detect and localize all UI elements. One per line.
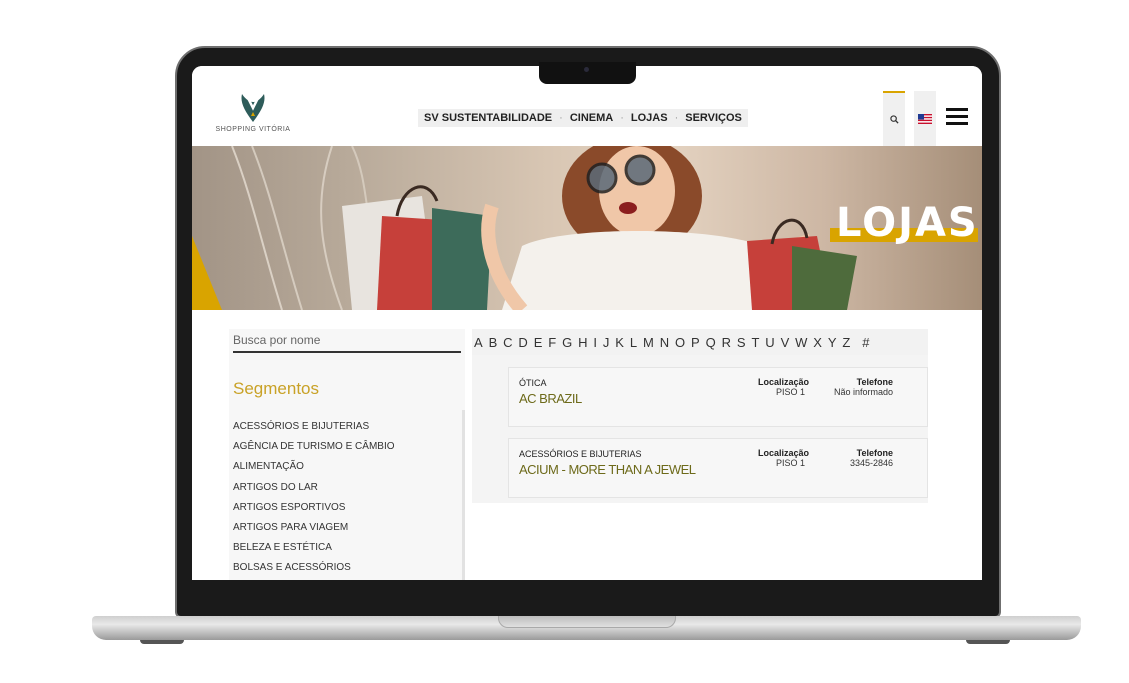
location-value: PISO 1	[775, 387, 805, 397]
phone-label: Telefone	[856, 377, 893, 387]
letter-filter[interactable]: F	[548, 335, 556, 350]
camera-notch	[539, 62, 636, 84]
camera-icon	[584, 67, 589, 72]
letter-filter[interactable]: O	[675, 335, 685, 350]
letter-filter[interactable]: V	[781, 335, 790, 350]
nav-item-servicos[interactable]: SERVIÇOS	[685, 112, 742, 124]
store-results: ÓTICA AC BRAZIL Localização PISO 1 Telef…	[472, 355, 928, 503]
letter-filter[interactable]: X	[813, 335, 822, 350]
letter-filter[interactable]: L	[630, 335, 637, 350]
letter-filter[interactable]: M	[643, 335, 654, 350]
segment-item[interactable]: AGÊNCIA DE TURISMO E CÂMBIO	[233, 437, 459, 457]
store-name[interactable]: AC BRAZIL	[519, 391, 582, 406]
nav-item-lojas[interactable]: LOJAS	[631, 112, 668, 124]
logo-text: SHOPPING VITÓRIA	[215, 126, 291, 133]
store-segment: ÓTICA	[519, 378, 547, 388]
nav-item-sustentabilidade[interactable]: SV SUSTENTABILIDADE	[424, 112, 552, 124]
segment-item[interactable]: ALIMENTAÇÃO	[233, 457, 459, 477]
letter-filter[interactable]: E	[534, 335, 543, 350]
nav-separator: ·	[620, 112, 624, 124]
segment-list: ACESSÓRIOS E BIJUTERIAS AGÊNCIA DE TURIS…	[233, 417, 459, 579]
letter-filter[interactable]: G	[562, 335, 572, 350]
hero-title: LOJAS	[836, 200, 979, 246]
alphabet-filter: A B C D E F G H I J K L M N O P Q R S T …	[472, 329, 928, 355]
nav-separator: ·	[674, 112, 679, 124]
sidebar-scrollbar[interactable]	[462, 410, 465, 580]
letter-filter[interactable]: Z	[842, 335, 850, 350]
store-card[interactable]: ACESSÓRIOS E BIJUTERIAS ACIUM - MORE THA…	[508, 438, 928, 498]
segment-item[interactable]: ARTIGOS PARA VIAGEM	[233, 518, 459, 538]
letter-filter[interactable]: H	[578, 335, 587, 350]
laptop-screen: SHOPPING VITÓRIA SV SUSTENTABILIDADE · C…	[192, 66, 982, 580]
segment-item[interactable]: ACESSÓRIOS E BIJUTERIAS	[233, 417, 459, 437]
letter-filter[interactable]: K	[615, 335, 624, 350]
nav-separator: ·	[559, 112, 563, 124]
letter-filter[interactable]: W	[795, 335, 807, 350]
hero-banner: LOJAS	[192, 146, 982, 310]
logo-icon	[241, 94, 265, 122]
letter-filter[interactable]: R	[722, 335, 731, 350]
laptop-foot-right	[966, 640, 1010, 644]
search-icon	[889, 115, 899, 124]
location-label: Localização	[758, 377, 810, 387]
hamburger-icon[interactable]	[946, 108, 968, 126]
location-value: PISO 1	[775, 458, 805, 468]
segment-item[interactable]: ARTIGOS ESPORTIVOS	[233, 498, 459, 518]
phone-value: Não informado	[833, 387, 893, 397]
segments-title: Segmentos	[233, 379, 319, 398]
letter-filter[interactable]: D	[518, 335, 527, 350]
letter-filter[interactable]: I	[593, 335, 597, 350]
segments-sidebar: Segmentos ACESSÓRIOS E BIJUTERIAS AGÊNCI…	[229, 329, 465, 580]
top-navigation: SV SUSTENTABILIDADE · CINEMA · LOJAS · S…	[418, 109, 748, 127]
laptop-base-groove	[498, 616, 676, 628]
letter-filter[interactable]: A	[474, 335, 483, 350]
segment-item[interactable]: BELEZA E ESTÉTICA	[233, 538, 459, 558]
letter-filter[interactable]: C	[503, 335, 512, 350]
letter-filter[interactable]: T	[751, 335, 759, 350]
letter-filter[interactable]: J	[603, 335, 610, 350]
language-button[interactable]	[914, 91, 936, 146]
phone-value: 3345-2846	[849, 458, 893, 468]
letter-filter[interactable]: P	[691, 335, 700, 350]
laptop-foot-left	[140, 640, 184, 644]
stores-content: Segmentos ACESSÓRIOS E BIJUTERIAS AGÊNCI…	[192, 310, 982, 580]
letter-filter[interactable]: Q	[706, 335, 716, 350]
letter-filter-symbol[interactable]: #	[862, 335, 869, 350]
segment-item[interactable]: BOLSAS E ACESSÓRIOS	[233, 558, 459, 578]
nav-item-cinema[interactable]: CINEMA	[570, 112, 613, 124]
phone-label: Telefone	[856, 448, 893, 458]
letter-filter[interactable]: N	[660, 335, 669, 350]
location-label: Localização	[758, 448, 810, 458]
store-card[interactable]: ÓTICA AC BRAZIL Localização PISO 1 Telef…	[508, 367, 928, 427]
segment-item[interactable]: ARTIGOS DO LAR	[233, 478, 459, 498]
store-name[interactable]: ACIUM - MORE THAN A JEWEL	[519, 462, 696, 477]
site-logo[interactable]: SHOPPING VITÓRIA	[212, 92, 294, 142]
letter-filter[interactable]: S	[737, 335, 746, 350]
letter-filter[interactable]: Y	[828, 335, 837, 350]
search-button[interactable]	[883, 91, 905, 146]
search-by-name-input[interactable]	[233, 329, 461, 353]
letter-filter[interactable]: U	[765, 335, 774, 350]
letter-filter[interactable]: B	[489, 335, 498, 350]
store-segment: ACESSÓRIOS E BIJUTERIAS	[519, 449, 642, 459]
us-flag-icon	[918, 113, 932, 124]
